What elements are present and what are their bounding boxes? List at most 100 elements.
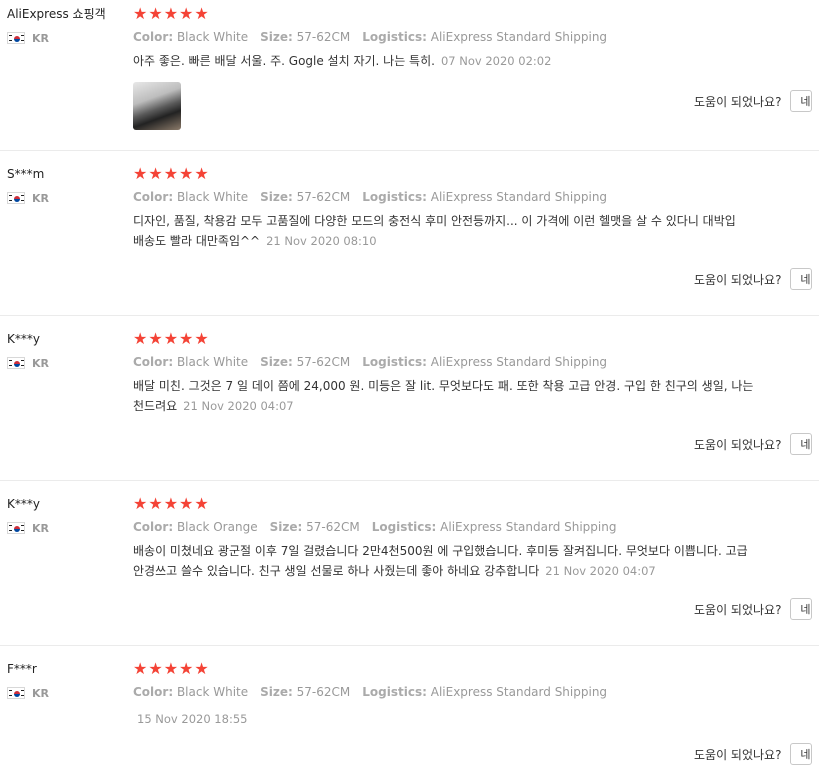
color-label: Color: <box>133 355 174 369</box>
korea-flag-icon <box>7 32 25 44</box>
star-icon: ★ <box>133 329 148 348</box>
review-date: 21 Nov 2020 08:10 <box>266 234 377 248</box>
color-value: Black White <box>176 685 249 699</box>
logistics-label: Logistics: <box>362 355 427 369</box>
helpful-yes-button[interactable]: 네 <box>790 433 813 455</box>
review-content: ★ ★ ★ ★ ★ Color: Black White Size: 57-62CM Log… <box>133 6 819 71</box>
logistics-value: AliExpress Standard Shipping <box>430 355 608 369</box>
helpful-section: 도움이 되었나요? 네 <box>694 433 813 455</box>
buyer-info: AliExpress 쇼핑객 KR <box>7 6 129 45</box>
color-value: Black White <box>176 190 249 204</box>
logistics-label: Logistics: <box>362 190 427 204</box>
helpful-yes-button[interactable]: 네 <box>790 598 813 620</box>
size-label: Size: <box>269 520 303 534</box>
star-icon: ★ <box>133 4 148 23</box>
size-value: 57-62CM <box>296 190 351 204</box>
order-attributes: Color: Black White Size: 57-62CM Logistics… <box>133 684 819 700</box>
color-value: Black Orange <box>176 520 258 534</box>
review-date: 21 Nov 2020 04:07 <box>545 564 656 578</box>
helpful-yes-button[interactable]: 네 <box>790 268 813 290</box>
buyer-country: KR <box>7 686 129 700</box>
review-item: K***y KR ★ ★ ★ ★ ★ Color: Black Orange Size: … <box>0 490 819 646</box>
helpful-section: 도움이 되었나요? 네 <box>694 598 813 620</box>
helpful-question: 도움이 되었나요? <box>694 602 782 617</box>
color-value: Black White <box>176 355 249 369</box>
review-content: ★ ★ ★ ★ ★ Color: Black White Size: 57-62CM Log… <box>133 166 819 251</box>
review-photo[interactable] <box>133 82 181 130</box>
review-item: S***m KR ★ ★ ★ ★ ★ Color: Black White Size: 5… <box>0 160 819 316</box>
logistics-label: Logistics: <box>362 685 427 699</box>
buyer-info: S***m KR <box>7 166 129 205</box>
size-label: Size: <box>260 355 293 369</box>
star-rating: ★ ★ ★ ★ ★ <box>133 166 819 184</box>
star-icon: ★ <box>133 494 148 513</box>
buyer-name: AliExpress 쇼핑객 <box>7 7 106 21</box>
country-code: KR <box>32 521 49 535</box>
helpful-question: 도움이 되었나요? <box>694 437 782 452</box>
buyer-country: KR <box>7 31 129 45</box>
korea-flag-icon <box>7 192 25 204</box>
star-icon: ★ <box>133 164 148 183</box>
size-label: Size: <box>260 190 293 204</box>
helpful-yes-button[interactable]: 네 <box>790 90 813 112</box>
buyer-country: KR <box>7 191 129 205</box>
star-icon: ★ <box>163 659 179 678</box>
review-text: 디자인, 품질, 착용감 모두 고품질에 다양한 모드의 충전식 후미 안전등까… <box>133 211 819 251</box>
star-rating: ★ ★ ★ ★ ★ <box>133 661 819 679</box>
size-value: 57-62CM <box>296 685 351 699</box>
logistics-value: AliExpress Standard Shipping <box>430 30 608 44</box>
helpful-question: 도움이 되었나요? <box>694 272 782 287</box>
helpful-yes-button[interactable]: 네 <box>790 743 813 765</box>
buyer-info: K***y KR <box>7 331 129 370</box>
country-code: KR <box>32 191 49 205</box>
star-rating: ★ ★ ★ ★ ★ <box>133 496 819 514</box>
review-item: K***y KR ★ ★ ★ ★ ★ Color: Black White Size: 5… <box>0 325 819 481</box>
review-text-line: 천드려요 <box>133 399 178 413</box>
korea-flag-icon <box>7 687 25 699</box>
star-rating: ★ ★ ★ ★ ★ <box>133 6 819 24</box>
star-icon: ★ <box>163 329 179 348</box>
size-value: 57-62CM <box>296 30 351 44</box>
review-content: ★ ★ ★ ★ ★ Color: Black White Size: 57-62CM Log… <box>133 331 819 416</box>
color-label: Color: <box>133 520 174 534</box>
star-icon: ★ <box>148 164 163 183</box>
star-icon: ★ <box>163 4 179 23</box>
review-text-line: 아주 좋은. 빠른 배달 서울. 주. Gogle 설치 자기. 나는 특히. <box>133 54 435 68</box>
country-code: KR <box>32 356 49 370</box>
star-icon: ★ <box>179 329 194 348</box>
buyer-info: K***y KR <box>7 496 129 535</box>
star-icon: ★ <box>133 659 148 678</box>
logistics-value: AliExpress Standard Shipping <box>440 520 617 534</box>
star-icon: ★ <box>194 4 209 23</box>
order-attributes: Color: Black White Size: 57-62CM Logistics… <box>133 354 819 370</box>
order-attributes: Color: Black White Size: 57-62CM Logistics… <box>133 29 819 45</box>
star-icon: ★ <box>179 494 194 513</box>
review-date: 21 Nov 2020 04:07 <box>183 399 294 413</box>
helpful-section: 도움이 되었나요? 네 <box>694 90 813 112</box>
star-icon: ★ <box>194 659 209 678</box>
country-code: KR <box>32 31 49 45</box>
star-icon: ★ <box>148 659 163 678</box>
size-value: 57-62CM <box>306 520 360 534</box>
order-attributes: Color: Black White Size: 57-62CM Logistics… <box>133 189 819 205</box>
review-text: 15 Nov 2020 18:55 <box>133 709 819 729</box>
review-item: F***r KR ★ ★ ★ ★ ★ Color: Black White Size: 5… <box>0 655 819 772</box>
size-value: 57-62CM <box>296 355 351 369</box>
color-value: Black White <box>176 30 249 44</box>
star-icon: ★ <box>163 164 179 183</box>
buyer-name: K***y <box>7 332 40 346</box>
buyer-name: K***y <box>7 497 40 511</box>
star-icon: ★ <box>194 329 209 348</box>
star-rating: ★ ★ ★ ★ ★ <box>133 331 819 349</box>
star-icon: ★ <box>194 164 209 183</box>
star-icon: ★ <box>163 494 179 513</box>
review-text-line: 배달 미친. 그것은 7 일 데이 쯤에 24,000 원. 미등은 잘 lit… <box>133 379 754 393</box>
buyer-country: KR <box>7 356 129 370</box>
korea-flag-icon <box>7 522 25 534</box>
helpful-section: 도움이 되었나요? 네 <box>694 743 813 765</box>
review-date: 15 Nov 2020 18:55 <box>137 712 248 726</box>
buyer-name: F***r <box>7 662 37 676</box>
star-icon: ★ <box>179 659 194 678</box>
color-label: Color: <box>133 190 174 204</box>
buyer-country: KR <box>7 521 129 535</box>
